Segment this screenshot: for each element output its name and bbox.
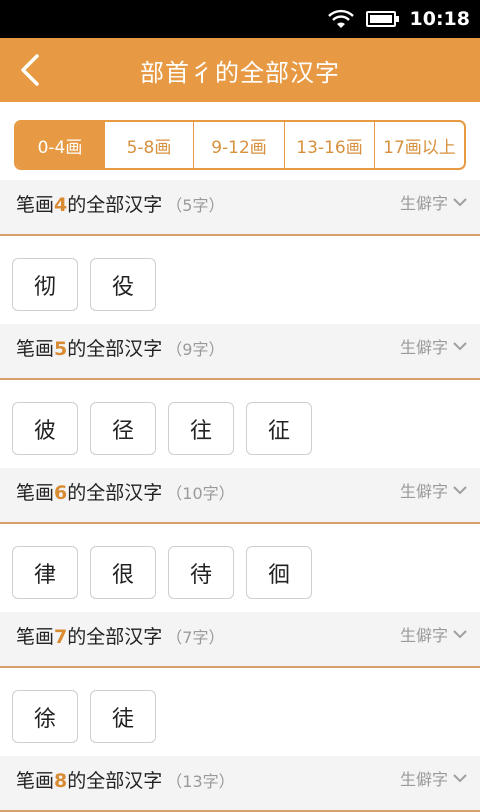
character-button[interactable]: 很	[90, 546, 156, 599]
stroke-section-header: 笔画7的全部汉字 （7字） 生僻字	[0, 612, 480, 668]
tab-strokes-3[interactable]: 9-12画	[194, 122, 285, 168]
title-bar: 部首彳的全部汉字	[0, 38, 480, 102]
character-row: 彻役	[0, 236, 480, 324]
rare-characters-toggle[interactable]: 生僻字	[400, 766, 468, 790]
character-button[interactable]: 径	[90, 402, 156, 455]
stroke-section-header: 笔画4的全部汉字 （5字） 生僻字	[0, 180, 480, 236]
character-button[interactable]: 征	[246, 402, 312, 455]
character-row: 彼径往征	[0, 380, 480, 468]
character-button[interactable]: 徒	[90, 690, 156, 743]
section-title: 笔画5的全部汉字 （9字）	[16, 334, 224, 361]
chevron-down-icon	[453, 486, 467, 495]
status-bar: 10:18	[0, 0, 480, 38]
rare-characters-label: 生僻字	[399, 194, 448, 213]
character-button[interactable]: 往	[168, 402, 234, 455]
battery-icon	[365, 11, 399, 27]
tab-strokes-5[interactable]: 17画以上	[375, 122, 464, 168]
section-title-suffix: 的全部汉字	[67, 482, 163, 504]
character-row: 律很待徊	[0, 524, 480, 612]
stroke-count: 4	[54, 194, 68, 216]
character-button[interactable]: 役	[90, 258, 156, 311]
stroke-range-tabs: 0-4画 5-8画 9-12画 13-16画 17画以上	[14, 120, 466, 170]
stroke-count: 7	[54, 626, 68, 648]
section-title-suffix: 的全部汉字	[67, 338, 163, 360]
section-title-suffix: 的全部汉字	[67, 770, 163, 792]
back-arrow-icon[interactable]	[12, 50, 52, 90]
character-count: （7字）	[166, 628, 225, 647]
rare-characters-toggle[interactable]: 生僻字	[400, 334, 468, 358]
character-button[interactable]: 徊	[246, 546, 312, 599]
rare-characters-label: 生僻字	[399, 338, 448, 357]
clock: 10:18	[409, 8, 470, 30]
character-count: （10字）	[166, 484, 235, 503]
character-count: （5字）	[166, 196, 225, 215]
tab-strokes-1[interactable]: 0-4画	[16, 122, 105, 168]
wifi-icon	[327, 9, 354, 28]
character-button[interactable]: 彼	[12, 402, 78, 455]
chevron-down-icon	[453, 774, 467, 783]
tab-strokes-2[interactable]: 5-8画	[105, 122, 194, 168]
character-count: （13字）	[166, 772, 235, 791]
section-title-prefix: 笔画	[16, 482, 55, 504]
section-title-prefix: 笔画	[16, 194, 55, 216]
stroke-section-header: 笔画8的全部汉字 （13字） 生僻字	[0, 756, 480, 812]
rare-characters-toggle[interactable]: 生僻字	[400, 622, 468, 646]
stroke-section-header: 笔画6的全部汉字 （10字） 生僻字	[0, 468, 480, 524]
rare-characters-toggle[interactable]: 生僻字	[400, 190, 468, 214]
section-title: 笔画7的全部汉字 （7字）	[16, 622, 224, 649]
page-title: 部首彳的全部汉字	[140, 58, 340, 87]
tab-strokes-4[interactable]: 13-16画	[285, 122, 375, 168]
section-title-prefix: 笔画	[16, 626, 55, 648]
character-button[interactable]: 徐	[12, 690, 78, 743]
section-title: 笔画4的全部汉字 （5字）	[16, 190, 224, 217]
rare-characters-label: 生僻字	[399, 482, 448, 501]
rare-characters-toggle[interactable]: 生僻字	[400, 478, 468, 502]
section-title-suffix: 的全部汉字	[67, 626, 163, 648]
section-title: 笔画6的全部汉字 （10字）	[16, 478, 235, 505]
stroke-count: 8	[54, 770, 68, 792]
character-count: （9字）	[166, 340, 225, 359]
chevron-down-icon	[453, 630, 467, 639]
stroke-count: 6	[54, 482, 68, 504]
character-row: 徐徒	[0, 668, 480, 756]
chevron-down-icon	[453, 198, 467, 207]
character-button[interactable]: 彻	[12, 258, 78, 311]
stroke-section-header: 笔画5的全部汉字 （9字） 生僻字	[0, 324, 480, 380]
chevron-down-icon	[453, 342, 467, 351]
section-title-prefix: 笔画	[16, 338, 55, 360]
section-title: 笔画8的全部汉字 （13字）	[16, 766, 235, 793]
rare-characters-label: 生僻字	[399, 626, 448, 645]
stroke-filter: 0-4画 5-8画 9-12画 13-16画 17画以上	[0, 102, 480, 188]
section-title-suffix: 的全部汉字	[67, 194, 163, 216]
stroke-count: 5	[54, 338, 68, 360]
section-title-prefix: 笔画	[16, 770, 55, 792]
character-button[interactable]: 待	[168, 546, 234, 599]
rare-characters-label: 生僻字	[399, 770, 448, 789]
character-button[interactable]: 律	[12, 546, 78, 599]
